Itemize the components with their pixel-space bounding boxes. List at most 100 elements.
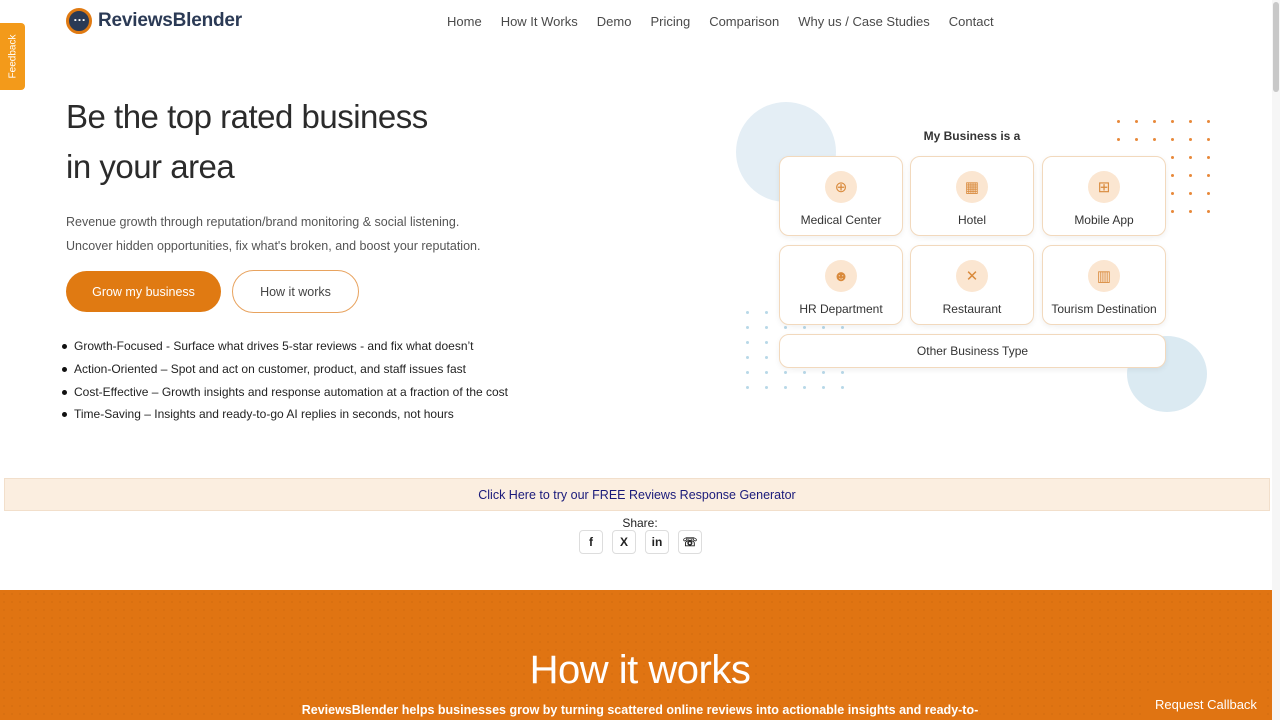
decor-dot <box>1189 192 1192 195</box>
list-item: Time-Saving – Insights and ready-to-go A… <box>61 403 508 426</box>
nav-pricing[interactable]: Pricing <box>650 14 690 29</box>
decor-dot <box>841 371 844 374</box>
business-type-label: Tourism Destination <box>1051 302 1157 316</box>
decor-dot <box>841 326 844 329</box>
cutlery-icon: ✕ <box>956 260 988 292</box>
business-type-restaurant[interactable]: ✕ Restaurant <box>910 245 1034 325</box>
decor-dot <box>841 386 844 389</box>
business-type-hotel[interactable]: ▦ Hotel <box>910 156 1034 236</box>
list-item: Action-Oriented – Spot and act on custom… <box>61 358 508 381</box>
decor-dot <box>765 356 768 359</box>
hotel-icon: ▦ <box>956 171 988 203</box>
decor-dot <box>822 326 825 329</box>
nav-why-us[interactable]: Why us / Case Studies <box>798 14 930 29</box>
decor-dot <box>784 326 787 329</box>
whatsapp-icon[interactable]: ☏ <box>678 530 702 554</box>
nav-comparison[interactable]: Comparison <box>709 14 779 29</box>
business-type-hr-department[interactable]: ☻ HR Department <box>779 245 903 325</box>
page-scrollbar[interactable] <box>1272 0 1280 720</box>
linkedin-icon[interactable]: in <box>645 530 669 554</box>
brand-logo[interactable]: ReviewsBlender <box>66 8 242 34</box>
free-response-generator-link[interactable]: Click Here to try our FREE Reviews Respo… <box>478 488 795 502</box>
decor-dot <box>803 326 806 329</box>
decor-dot <box>1189 156 1192 159</box>
list-item: Cost-Effective – Growth insights and res… <box>61 381 508 404</box>
decor-dot <box>1135 120 1138 123</box>
decor-dot <box>822 386 825 389</box>
nav-how-it-works[interactable]: How It Works <box>501 14 578 29</box>
decor-dot <box>784 371 787 374</box>
brand-name: ReviewsBlender <box>98 10 242 31</box>
decor-dot <box>1171 138 1174 141</box>
business-type-mobile-app[interactable]: ⊞ Mobile App <box>1042 156 1166 236</box>
decor-dot <box>1189 120 1192 123</box>
decor-dot <box>1171 210 1174 213</box>
feedback-tab-label: Feedback <box>7 34 19 79</box>
people-icon: ☻ <box>825 260 857 292</box>
decor-dot <box>1171 174 1174 177</box>
decor-dot <box>1207 210 1210 213</box>
decor-dot <box>1207 174 1210 177</box>
decor-dot <box>765 326 768 329</box>
decor-dot <box>803 386 806 389</box>
business-selector-title: My Business is a <box>923 129 1021 143</box>
decor-dot <box>1189 138 1192 141</box>
request-callback-button[interactable]: Request Callback <box>1146 689 1266 720</box>
hero-subtitle: Revenue growth through reputation/brand … <box>66 210 480 258</box>
medical-icon: ⊕ <box>825 171 857 203</box>
nav-demo[interactable]: Demo <box>597 14 632 29</box>
page: Feedback ReviewsBlender Home How It Work… <box>0 0 1280 720</box>
business-type-tourism-destination[interactable]: ▥ Tourism Destination <box>1042 245 1166 325</box>
business-type-label: HR Department <box>799 302 883 316</box>
hero-subtitle-line2: Uncover hidden opportunities, fix what's… <box>66 239 481 253</box>
business-type-label: Mobile App <box>1074 213 1134 227</box>
share-label: Share: <box>622 516 658 530</box>
decor-dot <box>765 371 768 374</box>
how-it-works-subtitle: ReviewsBlender helps businesses grow by … <box>301 703 979 717</box>
business-type-label: Restaurant <box>942 302 1002 316</box>
hero-title-line1: Be the top rated business <box>66 98 428 135</box>
decor-dot <box>1207 120 1210 123</box>
how-it-works-button[interactable]: How it works <box>232 270 359 313</box>
promo-banner: Click Here to try our FREE Reviews Respo… <box>4 478 1270 511</box>
decor-dot <box>1171 120 1174 123</box>
decor-dot <box>765 341 768 344</box>
hero-title-line2: in your area <box>66 148 235 185</box>
share-buttons: f X in ☏ <box>579 530 702 554</box>
decor-dot <box>1189 174 1192 177</box>
grow-my-business-button[interactable]: Grow my business <box>66 271 221 312</box>
decor-dot <box>746 356 749 359</box>
decor-dot <box>746 371 749 374</box>
facebook-icon[interactable]: f <box>579 530 603 554</box>
decor-dot <box>1207 138 1210 141</box>
decor-dot <box>1171 192 1174 195</box>
decor-dot <box>1207 192 1210 195</box>
decor-dot <box>746 311 749 314</box>
chat-bubble-icon <box>66 8 92 34</box>
nav-contact[interactable]: Contact <box>949 14 994 29</box>
hero-subtitle-line1: Revenue growth through reputation/brand … <box>66 215 460 229</box>
decor-dot <box>1171 156 1174 159</box>
hero-title: Be the top rated business in your area <box>66 92 626 192</box>
how-it-works-title: How it works <box>529 648 751 692</box>
decor-dot <box>784 386 787 389</box>
decor-dot <box>1189 210 1192 213</box>
decor-dot <box>1207 156 1210 159</box>
feedback-tab[interactable]: Feedback <box>0 23 25 90</box>
decor-dot <box>746 341 749 344</box>
x-twitter-icon[interactable]: X <box>612 530 636 554</box>
list-item: Growth-Focused - Surface what drives 5-s… <box>61 335 508 358</box>
decor-dot <box>1117 120 1120 123</box>
main-nav: Home How It Works Demo Pricing Compariso… <box>447 14 1013 29</box>
other-business-type-button[interactable]: Other Business Type <box>779 334 1166 368</box>
business-type-label: Medical Center <box>800 213 882 227</box>
decor-dot <box>822 371 825 374</box>
scrollbar-thumb[interactable] <box>1273 2 1279 92</box>
business-type-medical-center[interactable]: ⊕ Medical Center <box>779 156 903 236</box>
benefits-list: Growth-Focused - Surface what drives 5-s… <box>61 335 508 426</box>
decor-dot <box>746 386 749 389</box>
decor-dot <box>1153 120 1156 123</box>
map-icon: ▥ <box>1088 260 1120 292</box>
nav-home[interactable]: Home <box>447 14 482 29</box>
business-type-label: Hotel <box>957 213 986 227</box>
